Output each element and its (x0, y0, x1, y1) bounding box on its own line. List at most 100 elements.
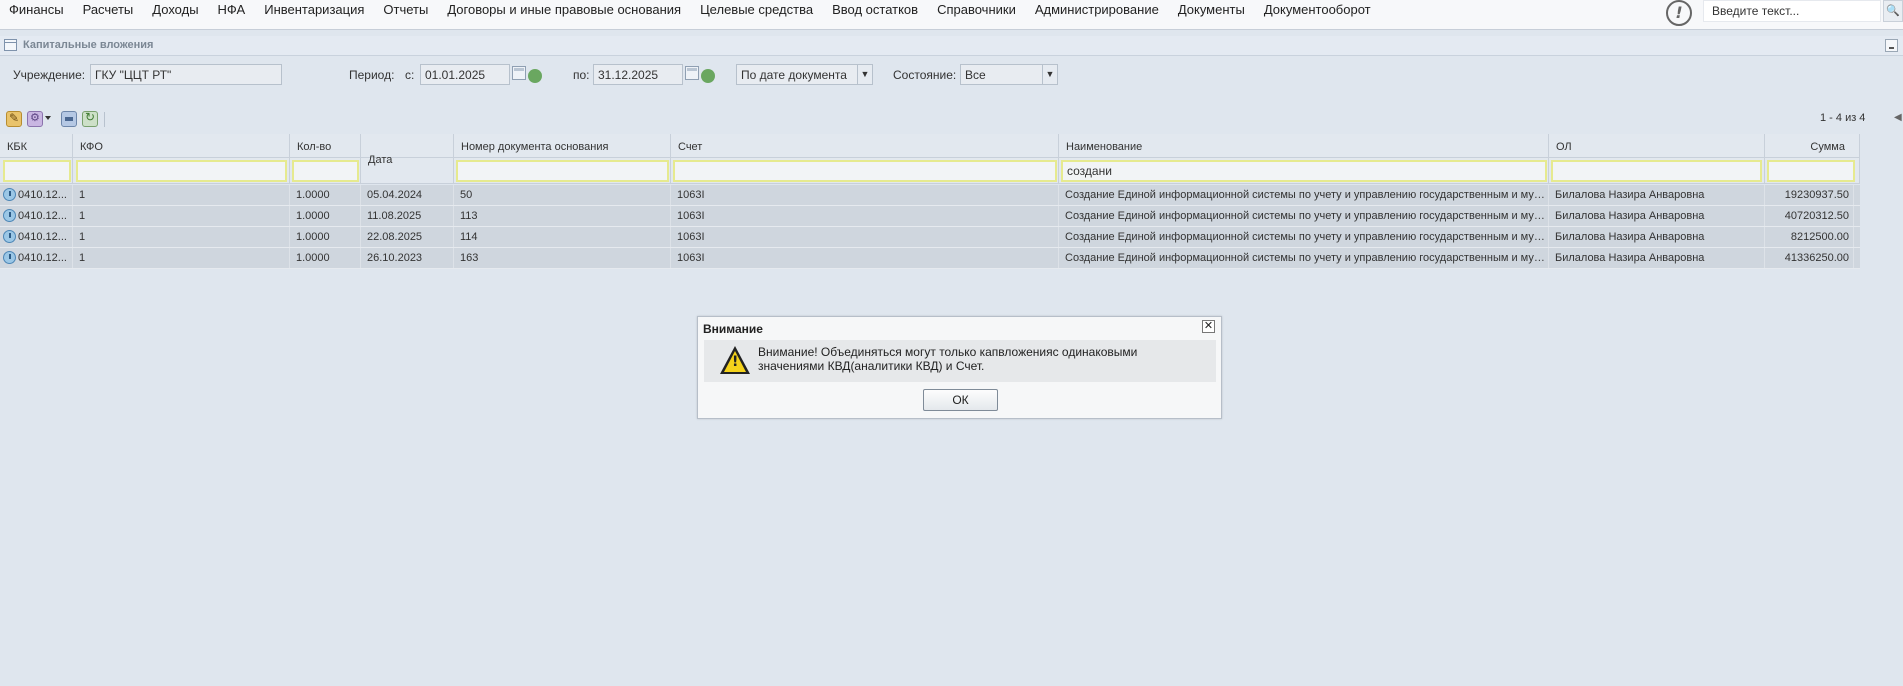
to-label: по: (573, 68, 590, 82)
cell-kfo: 1 (73, 185, 290, 205)
cell-sum: 41336250.00 (1765, 248, 1854, 268)
cell-qty: 1.0000 (290, 185, 361, 205)
cell-qty: 1.0000 (290, 227, 361, 247)
edit-icon[interactable] (6, 111, 22, 127)
alert-icon[interactable]: ! (1666, 0, 1692, 26)
menu-item-document-flow[interactable]: Документооборот (1255, 0, 1381, 20)
cell-kbk: 0410.12... (0, 206, 73, 226)
cell-date: 26.10.2023 (361, 248, 454, 268)
cell-name: Создание Единой информационной системы п… (1059, 227, 1549, 247)
menu-item-income[interactable]: Доходы (143, 0, 208, 20)
cell-name: Создание Единой информационной системы п… (1059, 248, 1549, 268)
table-row[interactable]: 0410.12... 1 1.0000 11.08.2025 113 1063I… (0, 206, 1860, 227)
cell-kbk: 0410.12... (0, 185, 73, 205)
table-row[interactable]: 0410.12... 1 1.0000 05.04.2024 50 1063I … (0, 185, 1860, 206)
cell-account: 1063I (671, 206, 1059, 226)
print-icon[interactable] (61, 111, 77, 127)
menu-item-documents[interactable]: Документы (1169, 0, 1255, 20)
info-icon[interactable] (3, 188, 16, 201)
cell-account: 1063I (671, 185, 1059, 205)
cell-kfo: 1 (73, 248, 290, 268)
filter-sum-input[interactable] (1767, 160, 1855, 182)
actions-menu-icon[interactable] (27, 111, 43, 127)
chevron-down-icon[interactable]: ▼ (1042, 64, 1058, 85)
menu-item-target-funds[interactable]: Целевые средства (691, 0, 823, 20)
clear-date-icon[interactable] (528, 69, 542, 83)
collapse-arrow-icon[interactable]: ◀ (1894, 112, 1902, 123)
close-icon[interactable]: ✕ (1202, 320, 1215, 333)
calendar-icon[interactable] (685, 66, 699, 80)
cell-doc-number: 50 (454, 185, 671, 205)
dialog-message-line: Внимание! Объединяться могут только капв… (758, 345, 1138, 359)
calendar-icon[interactable] (512, 66, 526, 80)
filter-kfo-input[interactable] (76, 160, 287, 182)
chevron-down-icon[interactable]: ▼ (857, 64, 873, 85)
filter-account-input[interactable] (673, 160, 1057, 182)
menu-item-balances-input[interactable]: Ввод остатков (823, 0, 928, 20)
panel-title: Капитальные вложения (23, 39, 154, 51)
grid-toolbar: 1 - 4 из 4 (0, 108, 1903, 133)
chevron-down-icon[interactable] (45, 116, 51, 120)
cell-doc-number: 113 (454, 206, 671, 226)
cell-doc-number: 114 (454, 227, 671, 247)
main-menu-bar: Финансы Расчеты Доходы НФА Инвентаризаци… (0, 0, 1903, 30)
column-header-date[interactable]: Дата (361, 134, 454, 184)
menu-item-contracts[interactable]: Договоры и иные правовые основания (438, 0, 691, 20)
refresh-icon[interactable] (82, 110, 98, 127)
cell-kfo: 1 (73, 206, 290, 226)
menu-item-administration[interactable]: Администрирование (1026, 0, 1169, 20)
menu-item-directories[interactable]: Справочники (928, 0, 1026, 20)
toolbar-divider (104, 112, 105, 127)
date-from-field[interactable]: 01.01.2025 (420, 64, 510, 85)
cell-kfo: 1 (73, 227, 290, 247)
cell-qty: 1.0000 (290, 206, 361, 226)
state-select[interactable]: Все (960, 64, 1043, 85)
cell-date: 05.04.2024 (361, 185, 454, 205)
menu-item-reports[interactable]: Отчеты (374, 0, 438, 20)
panel-header: Капитальные вложения (0, 36, 1903, 56)
date-mode-select[interactable]: По дате документа (736, 64, 858, 85)
date-to-field[interactable]: 31.12.2025 (593, 64, 683, 85)
cell-kbk: 0410.12... (0, 227, 73, 247)
dialog-message-line: значениями КВД(аналитики КВД) и Счет. (758, 359, 985, 373)
dialog-message: Внимание! Объединяться могут только капв… (758, 345, 1178, 373)
filter-doc-number-input[interactable] (456, 160, 669, 182)
cell-ol: Билалова Назира Анваровна (1549, 248, 1765, 268)
filter-qty-input[interactable] (292, 160, 359, 182)
menu-item-finance[interactable]: Финансы (0, 0, 74, 20)
cell-name: Создание Единой информационной системы п… (1059, 206, 1549, 226)
cell-date: 22.08.2025 (361, 227, 454, 247)
clear-date-icon[interactable] (701, 69, 715, 83)
cell-ol: Билалова Назира Анваровна (1549, 206, 1765, 226)
cell-account: 1063I (671, 248, 1059, 268)
search-input[interactable]: Введите текст... (1703, 0, 1881, 22)
filter-ol-input[interactable] (1551, 160, 1762, 182)
ok-button[interactable]: ОК (923, 389, 998, 411)
filter-bar: Учреждение: ГКУ "ЦЦТ РТ" Период: с: 01.0… (0, 57, 1903, 107)
cell-kbk: 0410.12... (0, 248, 73, 268)
menu-item-calculations[interactable]: Расчеты (74, 0, 144, 20)
cell-account: 1063I (671, 227, 1059, 247)
menu-item-inventory[interactable]: Инвентаризация (255, 0, 374, 20)
info-icon[interactable] (3, 251, 16, 264)
state-label: Состояние: (893, 68, 957, 82)
info-icon[interactable] (3, 230, 16, 243)
filter-kbk-input[interactable] (3, 160, 71, 182)
table-row[interactable]: 0410.12... 1 1.0000 26.10.2023 163 1063I… (0, 248, 1860, 269)
dialog-title: Внимание (703, 322, 763, 336)
menu-items: Финансы Расчеты Доходы НФА Инвентаризаци… (0, 0, 1381, 20)
minimize-icon[interactable] (1885, 39, 1898, 52)
cell-sum: 19230937.50 (1765, 185, 1854, 205)
from-label: с: (405, 68, 415, 82)
table-row[interactable]: 0410.12... 1 1.0000 22.08.2025 114 1063I… (0, 227, 1860, 248)
institution-label: Учреждение: (13, 68, 86, 82)
cell-qty: 1.0000 (290, 248, 361, 268)
info-icon[interactable] (3, 209, 16, 222)
window-icon (4, 39, 17, 51)
institution-field[interactable]: ГКУ "ЦЦТ РТ" (90, 64, 282, 85)
cell-sum: 40720312.50 (1765, 206, 1854, 226)
menu-item-nfa[interactable]: НФА (209, 0, 256, 20)
period-label: Период: (349, 68, 395, 82)
filter-name-input[interactable]: создани (1061, 160, 1547, 182)
search-icon[interactable]: 🔍 (1883, 0, 1903, 22)
